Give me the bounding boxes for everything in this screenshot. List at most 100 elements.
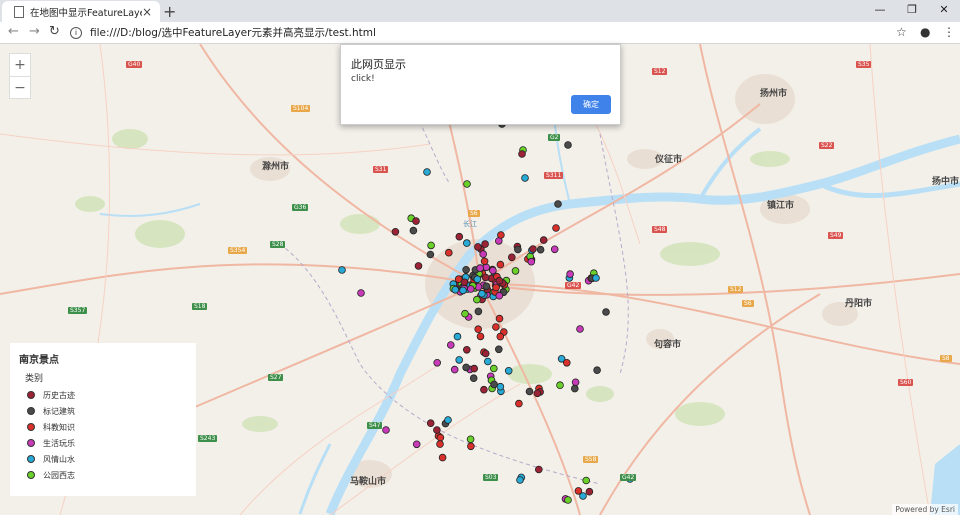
poi-point[interactable]	[564, 141, 572, 149]
poi-point[interactable]	[474, 325, 483, 334]
address-bar[interactable]: i file:///D:/blog/选中FeatureLayer元素并高亮显示/…	[70, 23, 376, 42]
poi-point[interactable]	[462, 363, 470, 372]
poi-point[interactable]	[469, 374, 478, 383]
poi-point[interactable]	[338, 266, 346, 274]
poi-point[interactable]	[536, 245, 545, 254]
poi-point[interactable]	[480, 257, 489, 266]
poi-point[interactable]	[474, 243, 482, 251]
poi-point[interactable]	[473, 275, 482, 284]
reload-button[interactable]: ↻	[49, 24, 60, 39]
poi-point[interactable]	[412, 440, 421, 449]
poi-point[interactable]	[461, 309, 469, 318]
info-icon[interactable]: i	[70, 26, 82, 39]
poi-point[interactable]	[495, 276, 504, 285]
poi-point[interactable]	[507, 253, 516, 262]
poi-point[interactable]	[529, 245, 537, 253]
poi-point[interactable]	[527, 257, 536, 266]
poi-point[interactable]	[570, 384, 579, 393]
poi-point[interactable]	[495, 314, 504, 323]
poi-point[interactable]	[357, 289, 365, 297]
poi-point[interactable]	[470, 364, 479, 373]
zoom-in-button[interactable]: +	[10, 54, 30, 76]
poi-point[interactable]	[462, 266, 470, 274]
poi-point[interactable]	[585, 487, 594, 496]
maximize-button[interactable]: ❐	[896, 0, 928, 22]
poi-point[interactable]	[556, 381, 564, 390]
poi-point[interactable]	[476, 264, 484, 272]
poi-point[interactable]	[460, 278, 469, 287]
poi-point[interactable]	[504, 366, 513, 375]
poi-point[interactable]	[496, 332, 505, 341]
poi-point[interactable]	[391, 228, 400, 236]
poi-point[interactable]	[409, 226, 418, 235]
poi-point[interactable]	[463, 180, 471, 188]
account-icon[interactable]: ●	[920, 25, 930, 39]
new-tab-button[interactable]: +	[163, 2, 176, 21]
ok-button[interactable]: 确定	[571, 95, 611, 114]
close-window-button[interactable]: ✕	[928, 0, 960, 22]
poi-point[interactable]	[562, 358, 571, 367]
poi-point[interactable]	[489, 266, 497, 275]
poi-point[interactable]	[497, 231, 505, 239]
poi-point[interactable]	[533, 389, 542, 398]
poi-point[interactable]	[511, 267, 520, 275]
poi-point[interactable]	[433, 426, 441, 434]
poi-point[interactable]	[382, 426, 390, 434]
poi-point[interactable]	[552, 224, 560, 232]
poi-point[interactable]	[496, 260, 505, 269]
poi-point[interactable]	[462, 345, 471, 354]
poi-point[interactable]	[427, 241, 435, 250]
poi-point[interactable]	[534, 465, 543, 474]
back-button[interactable]: ←	[8, 24, 19, 39]
poi-point[interactable]	[414, 262, 423, 270]
poi-point[interactable]	[423, 168, 431, 176]
poi-point[interactable]	[450, 365, 459, 374]
poi-point[interactable]	[494, 345, 503, 354]
poi-point[interactable]	[436, 440, 444, 448]
poi-point[interactable]	[476, 332, 485, 341]
poi-point[interactable]	[453, 332, 462, 341]
poi-point[interactable]	[479, 250, 488, 258]
poi-point[interactable]	[462, 239, 471, 247]
poi-point[interactable]	[473, 295, 481, 304]
poi-point[interactable]	[515, 399, 523, 408]
poi-point[interactable]	[495, 291, 504, 300]
poi-point[interactable]	[539, 236, 548, 244]
poi-point[interactable]	[481, 273, 490, 282]
poi-point[interactable]	[516, 476, 524, 484]
poi-point[interactable]	[412, 217, 420, 225]
poi-point[interactable]	[444, 248, 453, 257]
forward-button[interactable]: →	[29, 24, 40, 39]
poi-point[interactable]	[466, 285, 475, 293]
poi-point[interactable]	[492, 323, 500, 331]
poi-point[interactable]	[426, 250, 435, 259]
poi-point[interactable]	[518, 150, 526, 158]
poi-point[interactable]	[492, 283, 500, 292]
poi-point[interactable]	[576, 325, 584, 333]
poi-point[interactable]	[426, 419, 435, 428]
poi-point[interactable]	[514, 245, 522, 254]
browser-tab[interactable]: 在地图中显示FeatureLayer ×	[2, 1, 160, 22]
poi-point[interactable]	[481, 240, 489, 248]
poi-point[interactable]	[496, 382, 505, 391]
poi-point[interactable]	[482, 282, 491, 291]
poi-point[interactable]	[436, 433, 445, 442]
poi-point[interactable]	[571, 378, 580, 387]
attribution[interactable]: Powered by Esri	[892, 504, 958, 515]
poi-point[interactable]	[582, 476, 590, 485]
poi-point[interactable]	[525, 387, 534, 396]
zoom-out-button[interactable]: −	[10, 76, 30, 99]
poi-point[interactable]	[444, 416, 452, 424]
poi-point[interactable]	[579, 492, 587, 500]
poi-point[interactable]	[433, 358, 442, 367]
bookmark-star-icon[interactable]: ☆	[896, 25, 907, 39]
poi-point[interactable]	[564, 496, 572, 504]
poi-point[interactable]	[466, 435, 475, 444]
menu-icon[interactable]: ⋮	[943, 25, 955, 39]
minimize-button[interactable]: —	[864, 0, 896, 22]
poi-point[interactable]	[592, 274, 600, 282]
poi-point[interactable]	[438, 453, 447, 462]
poi-point[interactable]	[490, 380, 498, 389]
poi-point[interactable]	[554, 200, 562, 208]
tab-close-icon[interactable]: ×	[142, 5, 152, 19]
